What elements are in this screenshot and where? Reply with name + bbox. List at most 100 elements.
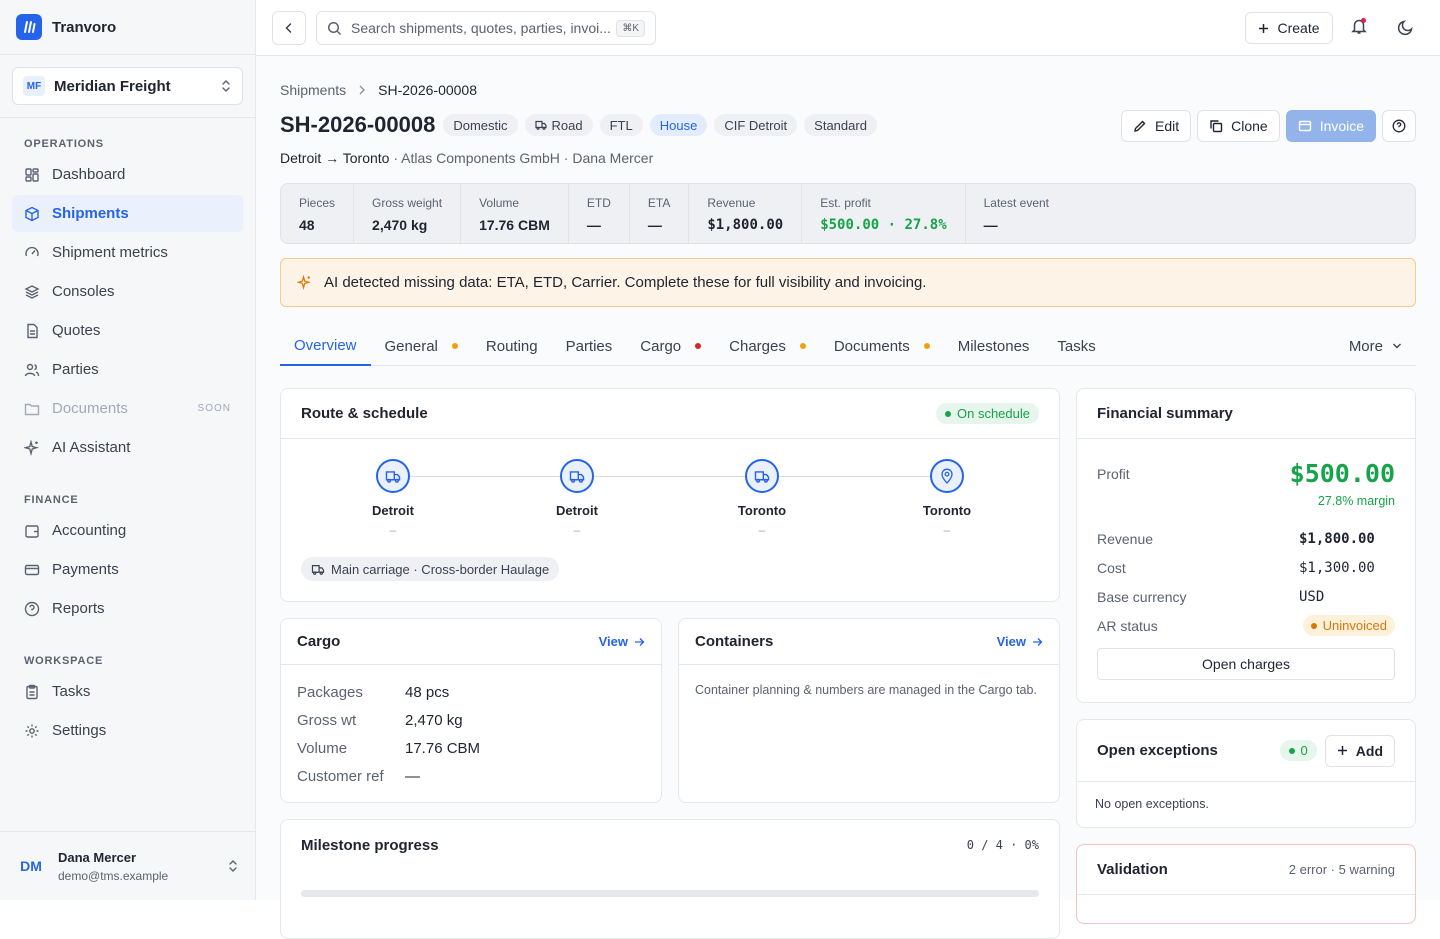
tab-charges[interactable]: Charges <box>715 326 820 366</box>
page-title: SH-2026-00008 <box>280 112 435 138</box>
stat-label: Latest event <box>984 196 1049 210</box>
user-menu[interactable]: DM Dana Mercer demo@tms.example <box>0 831 255 900</box>
invoice-button[interactable]: Invoice <box>1286 110 1376 142</box>
section-title-operations: OPERATIONS <box>0 134 255 154</box>
finance-key: Base currency <box>1097 589 1186 605</box>
warning-dot <box>800 343 806 349</box>
route-stop[interactable]: Detroit – <box>333 459 453 537</box>
stat-revenue: Revenue$1,800.00 <box>689 184 802 243</box>
sidebar-item-payments[interactable]: Payments <box>12 551 243 588</box>
sidebar-item-shipments[interactable]: Shipments <box>12 195 243 232</box>
main-content: Shipments SH-2026-00008 SH-2026-00008 Do… <box>256 56 1440 900</box>
truck-icon <box>376 459 410 493</box>
brand[interactable]: Tranvoro <box>0 0 255 55</box>
ar-status-row: AR status Uninvoiced <box>1097 611 1395 640</box>
section-title-workspace: WORKSPACE <box>0 651 255 671</box>
route-stop[interactable]: Detroit – <box>517 459 637 537</box>
milestone-progress-text: 0 / 4 · 0% <box>967 838 1039 852</box>
sidebar-item-dashboard[interactable]: Dashboard <box>12 156 243 193</box>
leg-badge[interactable]: Main carriage · Cross-border Haulage <box>301 557 559 581</box>
card-title: Containers <box>695 633 773 650</box>
sidebar-item-accounting[interactable]: Accounting <box>12 512 243 549</box>
tab-milestones[interactable]: Milestones <box>944 326 1044 366</box>
stop-name: Toronto <box>887 503 1007 518</box>
stat-label: Volume <box>479 196 550 210</box>
sidebar-item-shipment-metrics[interactable]: Shipment metrics <box>12 234 243 271</box>
profit-label: Profit <box>1097 466 1130 482</box>
clone-button[interactable]: Clone <box>1197 110 1280 142</box>
search-input[interactable]: Search shipments, quotes, parties, invoi… <box>316 11 656 45</box>
edit-button[interactable]: Edit <box>1121 110 1191 142</box>
stat-label: Pieces <box>299 196 335 210</box>
help-circle-icon <box>24 601 40 617</box>
user-name: Dana Mercer <box>58 850 227 865</box>
finance-row: Cost$1,300.00 <box>1097 553 1395 582</box>
finance-row: Revenue$1,800.00 <box>1097 524 1395 553</box>
stop-time: – <box>517 523 637 537</box>
customer-name[interactable]: Atlas Components GmbH <box>401 150 560 166</box>
view-link[interactable]: View <box>997 634 1043 649</box>
ai-alert-banner: AI detected missing data: ETA, ETD, Carr… <box>280 258 1416 307</box>
status-badge: Uninvoiced <box>1303 615 1395 636</box>
sidebar-item-ai-assistant[interactable]: AI Assistant <box>12 429 243 466</box>
sidebar-item-quotes[interactable]: Quotes <box>12 312 243 349</box>
sidebar-item-tasks[interactable]: Tasks <box>12 673 243 710</box>
notification-dot <box>1361 18 1366 23</box>
stat-value: — <box>587 217 611 233</box>
add-exception-button[interactable]: Add <box>1325 735 1395 767</box>
layers-icon <box>24 284 40 300</box>
finance-key: Cost <box>1097 560 1126 576</box>
add-label: Add <box>1356 743 1383 759</box>
org-switcher[interactable]: MF Meridian Freight <box>12 67 243 105</box>
chevron-updown-icon <box>227 859 239 873</box>
open-charges-button[interactable]: Open charges <box>1097 648 1395 680</box>
user-email: demo@tms.example <box>58 869 227 883</box>
profit-row: Profit $500.00 <box>1097 459 1395 488</box>
tab-cargo[interactable]: Cargo <box>626 326 715 366</box>
stat-value: 48 <box>299 217 335 233</box>
view-link[interactable]: View <box>599 634 645 649</box>
stat-gross-weight: Gross weight2,470 kg <box>354 184 461 243</box>
tab-parties[interactable]: Parties <box>552 326 627 366</box>
tab-tasks[interactable]: Tasks <box>1043 326 1109 366</box>
cargo-value: 48 pcs <box>405 684 449 701</box>
tab-documents[interactable]: Documents <box>820 326 944 366</box>
tab-routing[interactable]: Routing <box>472 326 552 366</box>
sidebar-item-consoles[interactable]: Consoles <box>12 273 243 310</box>
plus-icon <box>1258 23 1269 34</box>
tab-general[interactable]: General <box>371 326 472 366</box>
shortcut-hint: ⌘K <box>616 20 645 37</box>
cargo-row: Customer ref— <box>297 762 645 790</box>
cargo-key: Customer ref <box>297 768 405 785</box>
sidebar-item-reports[interactable]: Reports <box>12 590 243 627</box>
status-label: Uninvoiced <box>1323 618 1387 633</box>
warning-dot <box>924 343 930 349</box>
tab-more[interactable]: More <box>1335 326 1416 366</box>
tab-label: General <box>385 338 438 355</box>
breadcrumb-parent[interactable]: Shipments <box>280 82 346 98</box>
notifications-button[interactable] <box>1350 17 1368 35</box>
route-stop[interactable]: Toronto – <box>887 459 1007 537</box>
sidebar-item-parties[interactable]: Parties <box>12 351 243 388</box>
sidebar-item-label: Reports <box>52 600 105 617</box>
cargo-value: 2,470 kg <box>405 712 463 729</box>
tab-overview[interactable]: Overview <box>280 326 371 366</box>
help-button[interactable] <box>1382 110 1416 142</box>
sidebar-item-documents[interactable]: Documents SOON <box>12 390 243 427</box>
tab-label: Parties <box>566 338 613 355</box>
create-button[interactable]: Create <box>1245 12 1333 44</box>
chip-incoterm: CIF Detroit <box>714 114 797 136</box>
back-button[interactable] <box>272 11 306 45</box>
chip-label: Road <box>552 118 583 133</box>
shipment-header: SH-2026-00008 Domestic Road FTL House CI… <box>280 112 884 138</box>
search-placeholder: Search shipments, quotes, parties, invoi… <box>351 20 611 36</box>
breadcrumb: Shipments SH-2026-00008 <box>280 82 477 98</box>
chevron-left-icon <box>283 22 295 34</box>
theme-toggle[interactable] <box>1397 19 1414 36</box>
profit-value: $500.00 <box>1290 459 1395 488</box>
route-stop[interactable]: Toronto – <box>702 459 822 537</box>
sidebar-item-settings[interactable]: Settings <box>12 712 243 749</box>
containers-card: Containers View Container planning & num… <box>678 618 1060 803</box>
credit-card-icon <box>24 562 40 578</box>
stat-latest-event: Latest event— <box>966 184 1067 243</box>
